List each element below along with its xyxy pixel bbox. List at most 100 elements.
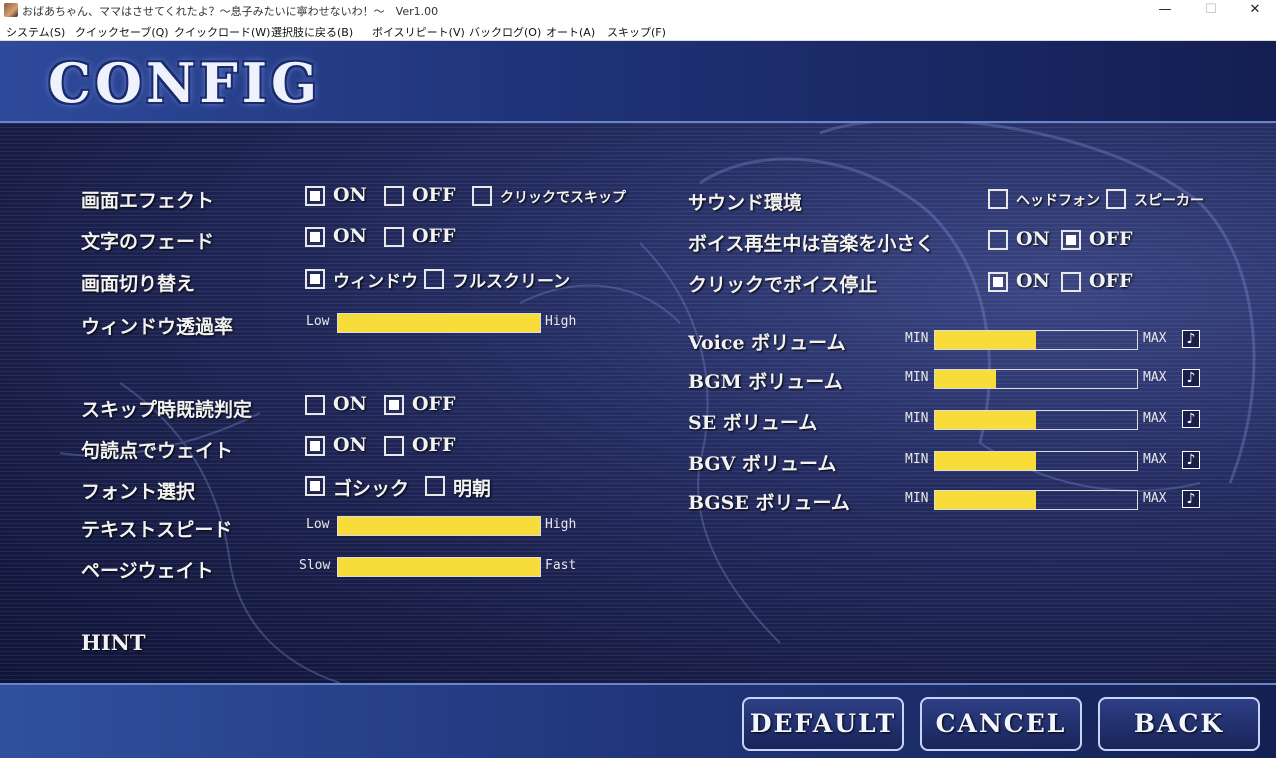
checkbox[interactable]: [988, 272, 1008, 292]
back-button[interactable]: BACK: [1098, 697, 1260, 751]
checkbox[interactable]: [384, 436, 404, 456]
option-label: OFF: [412, 393, 456, 415]
sound-headphone-option[interactable]: ヘッドフォン: [988, 188, 1100, 210]
voice-duck-on-option[interactable]: ON: [988, 228, 1056, 251]
option-label: OFF: [412, 434, 456, 456]
header-band: CONFIG: [0, 41, 1276, 123]
effect-on-option[interactable]: ON: [305, 184, 375, 207]
option-label: ON: [1016, 270, 1050, 292]
window-opacity-slider[interactable]: Low High: [306, 313, 586, 333]
voice-volume-slider[interactable]: MIN MAX: [905, 330, 1175, 350]
slider-track[interactable]: [337, 516, 541, 536]
label-bgse-volume: BGSE ボリューム: [688, 492, 850, 514]
slider-track[interactable]: [934, 369, 1138, 389]
screen-window-option[interactable]: ウィンドウ: [305, 268, 418, 292]
menu-return-choice[interactable]: 選択肢に戻る(B): [271, 24, 353, 40]
label-window-opacity: ウィンドウ透過率: [81, 316, 234, 338]
checkbox[interactable]: [988, 189, 1008, 209]
slider-track[interactable]: [337, 557, 541, 577]
slider-track[interactable]: [337, 313, 541, 333]
checkbox[interactable]: [384, 186, 404, 206]
checkbox[interactable]: [1106, 189, 1126, 209]
checkbox[interactable]: [305, 395, 325, 415]
slider-fill: [935, 452, 1036, 470]
menu-auto[interactable]: オート(A): [546, 24, 595, 40]
maximize-button[interactable]: ☐: [1188, 0, 1234, 21]
click-voice-stop-on-option[interactable]: ON: [988, 270, 1056, 293]
voice-test-music-note-icon[interactable]: ♪: [1182, 330, 1200, 348]
checkbox[interactable]: [384, 395, 404, 415]
slider-max-label: High: [545, 517, 577, 532]
option-label: OFF: [1089, 270, 1133, 292]
checkbox[interactable]: [305, 227, 325, 247]
slider-min-label: Low: [306, 517, 330, 532]
label-voice-volume: Voice ボリューム: [688, 332, 846, 354]
checkbox[interactable]: [305, 186, 325, 206]
label-punct-wait: 句読点でウェイト: [81, 440, 234, 462]
slider-max-label: MAX: [1143, 452, 1167, 467]
checkbox[interactable]: [424, 269, 444, 289]
screen-fullscreen-option[interactable]: フルスクリーン: [424, 268, 574, 292]
option-label: ゴシック: [333, 478, 410, 500]
font-mincho-option[interactable]: 明朝: [425, 475, 505, 500]
bgv-test-music-note-icon[interactable]: ♪: [1182, 451, 1200, 469]
option-label: スピーカー: [1134, 193, 1204, 209]
font-gothic-option[interactable]: ゴシック: [305, 475, 415, 500]
menu-quick-load[interactable]: クイックロード(W): [174, 24, 270, 40]
menu-voice-repeat[interactable]: ボイスリピート(V): [372, 24, 465, 40]
checkbox[interactable]: [1061, 230, 1081, 250]
checkbox[interactable]: [1061, 272, 1081, 292]
option-label: ON: [333, 434, 367, 456]
default-button[interactable]: DEFAULT: [742, 697, 904, 751]
punct-wait-off-option[interactable]: OFF: [384, 434, 464, 457]
bgse-volume-slider[interactable]: MIN MAX: [905, 490, 1175, 510]
label-page-wait: ページウェイト: [81, 560, 214, 582]
sound-speaker-option[interactable]: スピーカー: [1106, 188, 1216, 210]
fade-on-option[interactable]: ON: [305, 225, 375, 248]
option-label: OFF: [412, 225, 456, 247]
fade-off-option[interactable]: OFF: [384, 225, 464, 248]
checkbox[interactable]: [472, 186, 492, 206]
menu-quick-save[interactable]: クイックセーブ(Q): [75, 24, 169, 40]
slider-max-label: MAX: [1143, 491, 1167, 506]
app-icon: [4, 3, 18, 17]
slider-fill: [338, 314, 540, 332]
bgm-test-music-note-icon[interactable]: ♪: [1182, 369, 1200, 387]
checkbox[interactable]: [988, 230, 1008, 250]
se-test-music-note-icon[interactable]: ♪: [1182, 410, 1200, 428]
slider-fill: [338, 517, 540, 535]
option-label: OFF: [1089, 228, 1133, 250]
menu-skip[interactable]: スキップ(F): [607, 24, 666, 40]
close-button[interactable]: ✕: [1232, 0, 1276, 21]
slider-track[interactable]: [934, 330, 1138, 350]
voice-duck-off-option[interactable]: OFF: [1061, 228, 1141, 251]
punct-wait-on-option[interactable]: ON: [305, 434, 375, 457]
minimize-button[interactable]: —: [1142, 0, 1188, 21]
cancel-button[interactable]: CANCEL: [920, 697, 1082, 751]
checkbox[interactable]: [305, 436, 325, 456]
bgse-test-music-note-icon[interactable]: ♪: [1182, 490, 1200, 508]
bgv-volume-slider[interactable]: MIN MAX: [905, 451, 1175, 471]
label-text-speed: テキストスピード: [81, 519, 233, 541]
checkbox[interactable]: [305, 269, 325, 289]
page-wait-slider[interactable]: Slow Fast: [299, 557, 589, 577]
menu-system[interactable]: システム(S): [6, 24, 65, 40]
bgm-volume-slider[interactable]: MIN MAX: [905, 369, 1175, 389]
menu-backlog[interactable]: バックログ(O): [469, 24, 541, 40]
checkbox[interactable]: [305, 476, 325, 496]
slider-min-label: MIN: [905, 411, 929, 426]
se-volume-slider[interactable]: MIN MAX: [905, 410, 1175, 430]
option-label: ON: [333, 393, 367, 415]
text-speed-slider[interactable]: Low High: [306, 516, 586, 536]
option-label: ヘッドフォン: [1016, 193, 1100, 209]
checkbox[interactable]: [384, 227, 404, 247]
slider-track[interactable]: [934, 490, 1138, 510]
effect-click-skip-option[interactable]: クリックでスキップ: [472, 185, 632, 207]
slider-track[interactable]: [934, 410, 1138, 430]
slider-track[interactable]: [934, 451, 1138, 471]
effect-off-option[interactable]: OFF: [384, 184, 464, 207]
skip-read-off-option[interactable]: OFF: [384, 393, 464, 416]
skip-read-on-option[interactable]: ON: [305, 393, 375, 416]
click-voice-stop-off-option[interactable]: OFF: [1061, 270, 1141, 293]
checkbox[interactable]: [425, 476, 445, 496]
